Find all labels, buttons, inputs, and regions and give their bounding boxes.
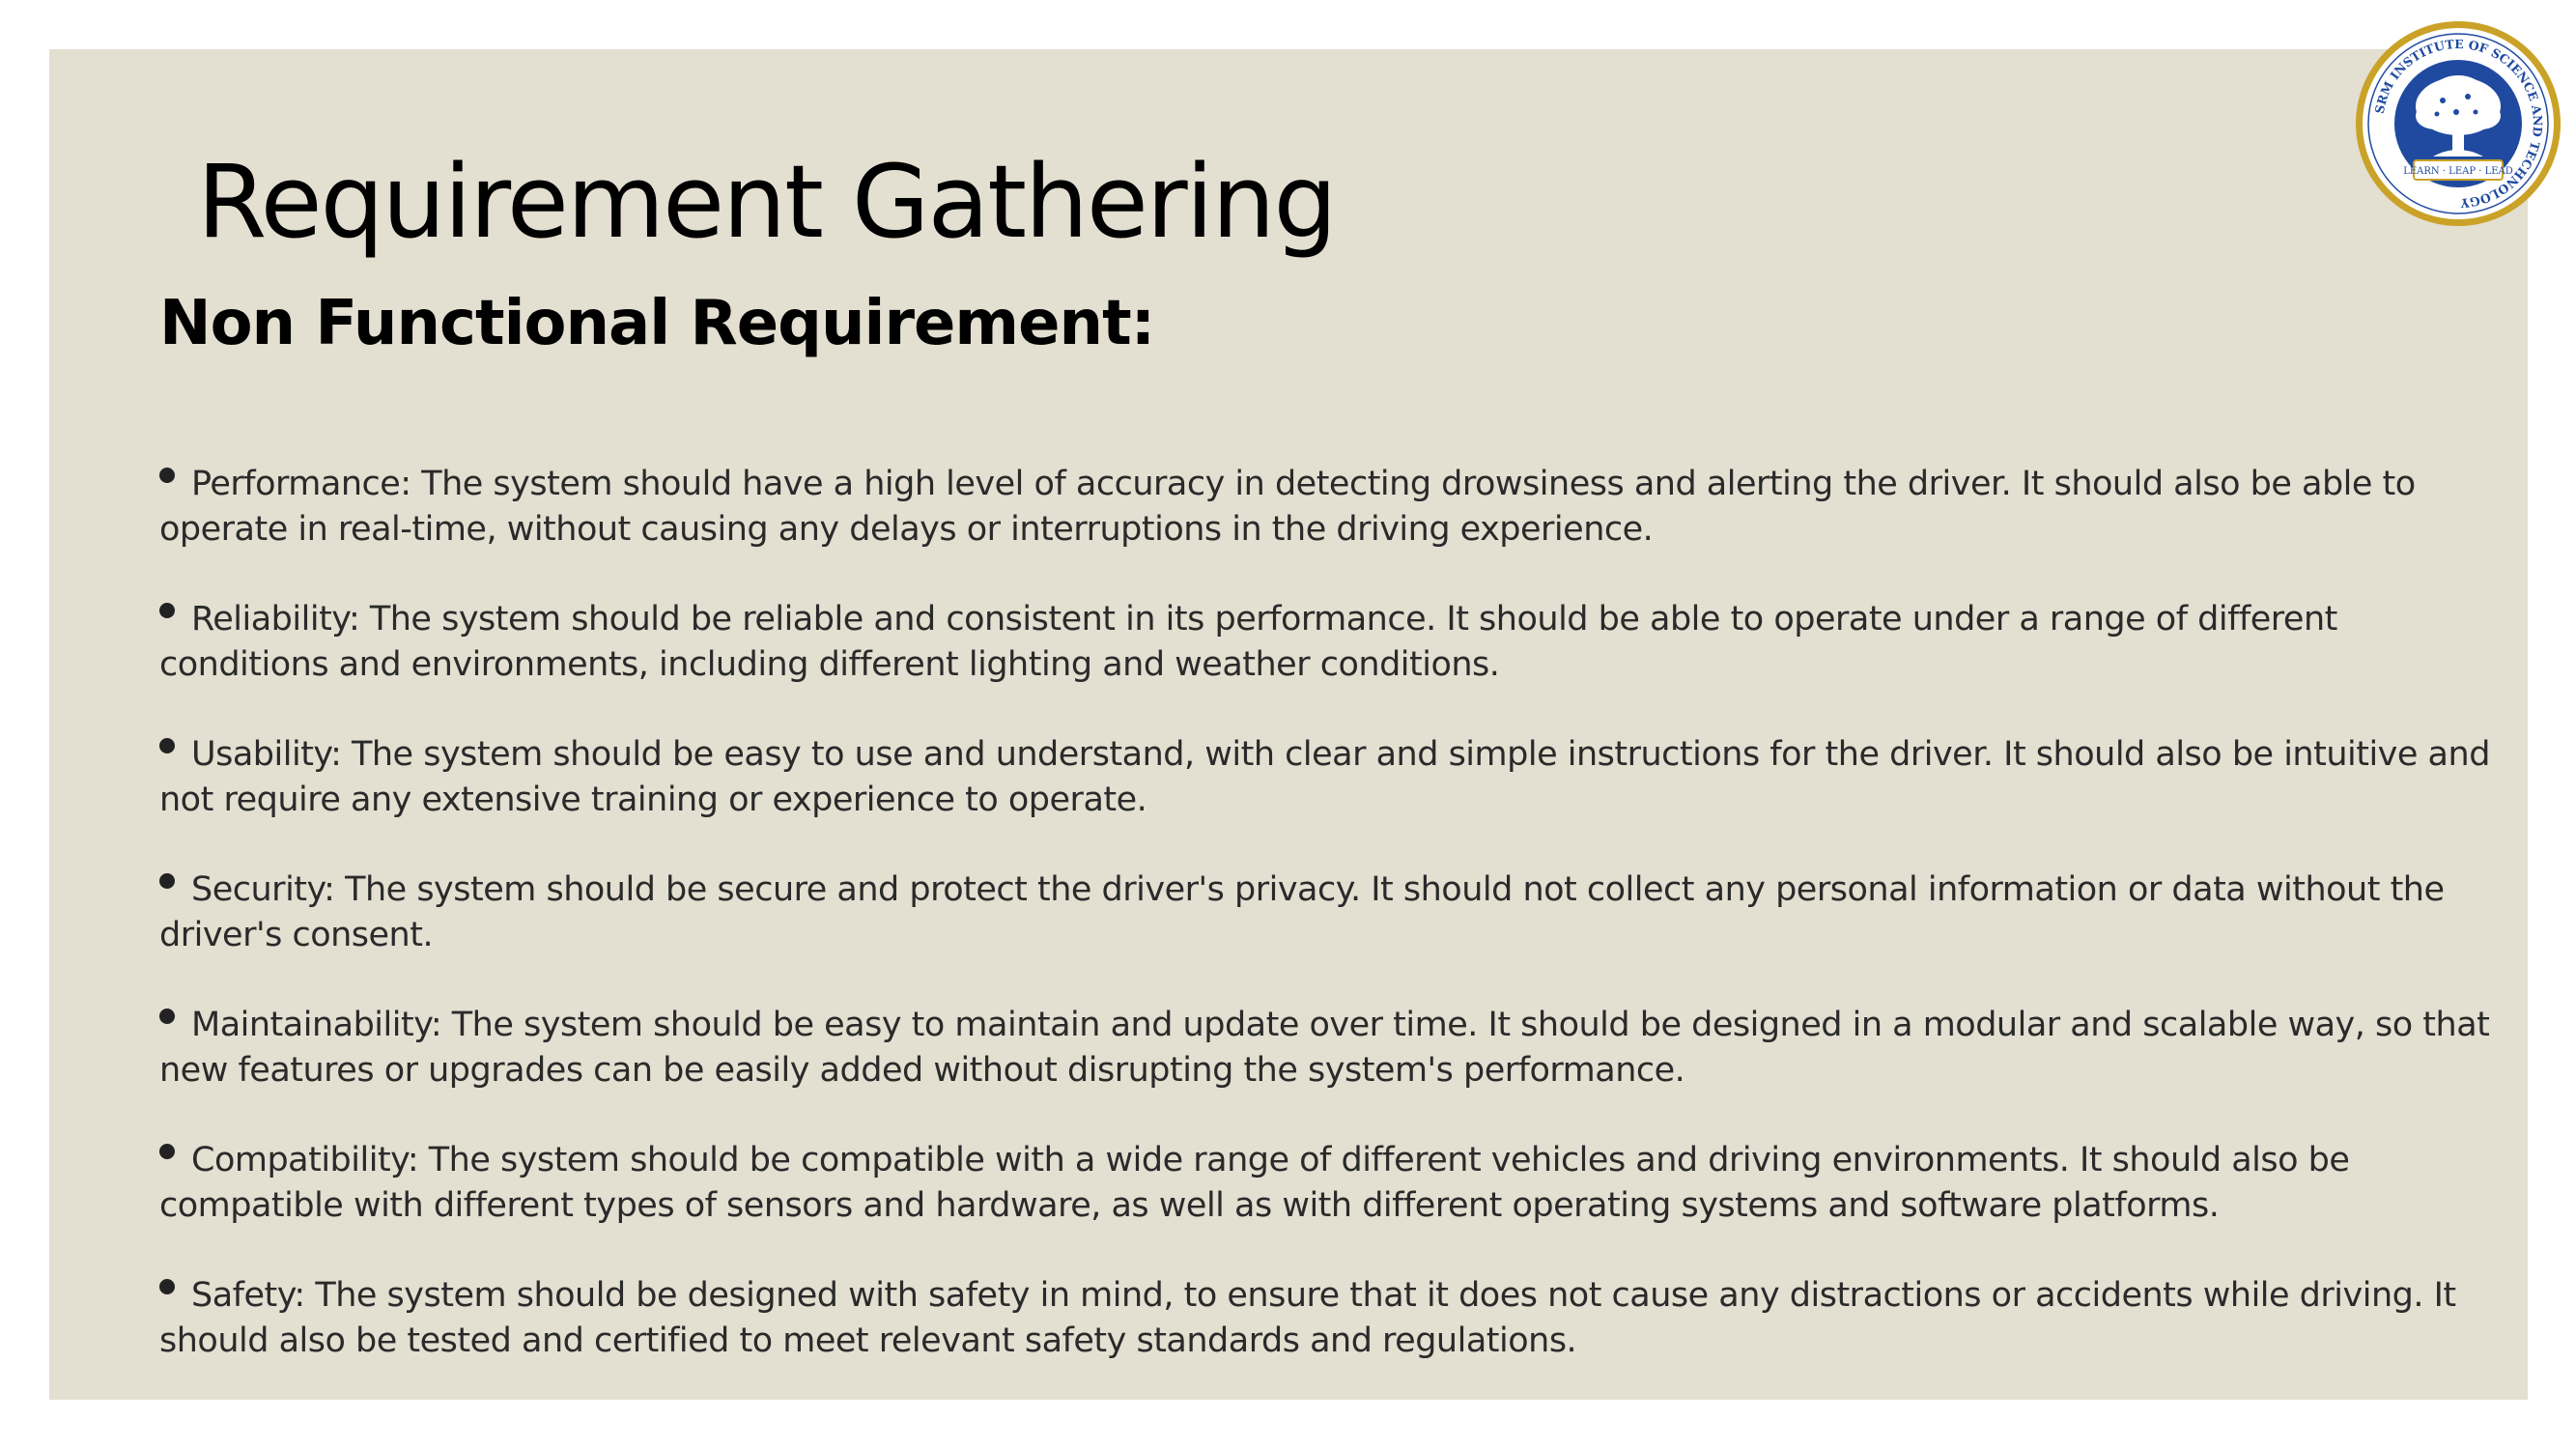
bullet-text: Usability: The system should be easy to …	[159, 735, 2490, 819]
slide: Requirement Gathering Non Functional Req…	[0, 0, 2576, 1449]
bullet-text: Safety: The system should be designed wi…	[159, 1276, 2456, 1360]
bullet-text: Security: The system should be secure an…	[159, 870, 2445, 954]
bullet-list: Performance: The system should have a hi…	[159, 462, 2506, 1408]
bullet-dot-icon	[159, 468, 175, 483]
bullet-safety: Safety: The system should be designed wi…	[159, 1273, 2506, 1364]
bullet-dot-icon	[159, 1009, 175, 1024]
slide-title: Requirement Gathering	[197, 143, 1337, 261]
seal-motto: LEARN · LEAP · LEAD	[2403, 166, 2513, 177]
university-seal-logo: SRM INSTITUTE OF SCIENCE AND TECHNOLOGY …	[2356, 21, 2561, 226]
bullet-maintainability: Maintainability: The system should be ea…	[159, 1003, 2506, 1094]
bullet-dot-icon	[159, 1279, 175, 1294]
bullet-usability: Usability: The system should be easy to …	[159, 732, 2506, 823]
bullet-security: Security: The system should be secure an…	[159, 867, 2506, 958]
bullet-text: Maintainability: The system should be ea…	[159, 1006, 2490, 1090]
bullet-performance: Performance: The system should have a hi…	[159, 462, 2506, 553]
bullet-dot-icon	[159, 738, 175, 753]
slide-subtitle: Non Functional Requirement:	[159, 288, 1155, 359]
bullet-compatibility: Compatibility: The system should be comp…	[159, 1138, 2506, 1229]
bullet-dot-icon	[159, 873, 175, 889]
bullet-text: Compatibility: The system should be comp…	[159, 1141, 2350, 1225]
bullet-dot-icon	[159, 1144, 175, 1159]
bullet-reliability: Reliability: The system should be reliab…	[159, 597, 2506, 688]
bullet-text: Reliability: The system should be reliab…	[159, 600, 2337, 684]
bullet-text: Performance: The system should have a hi…	[159, 465, 2416, 549]
bullet-dot-icon	[159, 603, 175, 618]
